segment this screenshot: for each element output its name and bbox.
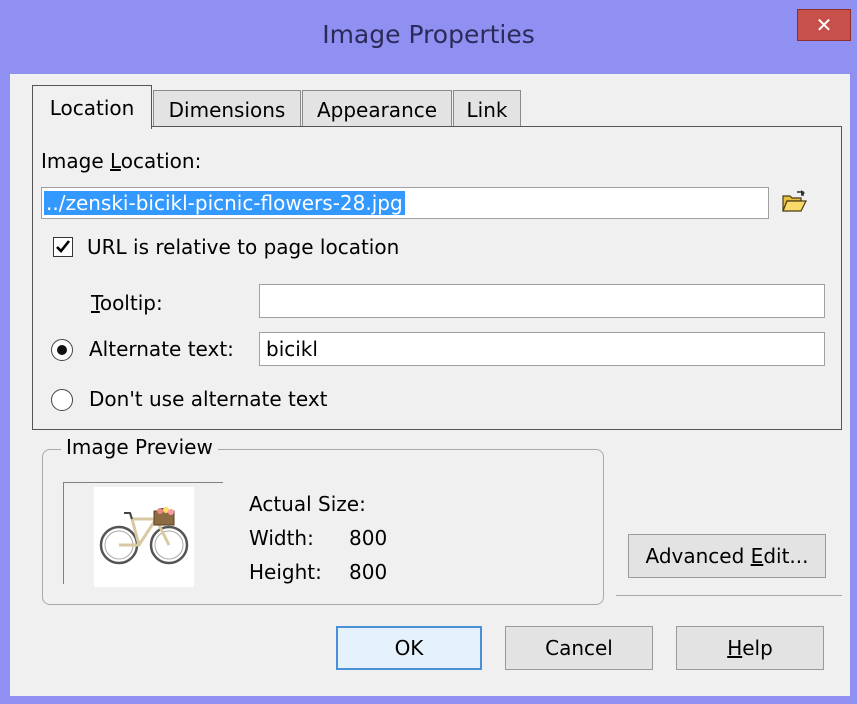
image-location-input[interactable]: ../zenski-bicikl-picnic-flowers-28.jpg [41,187,769,219]
cancel-label: Cancel [545,636,613,660]
height-label: Height: [249,560,322,584]
tab-location[interactable]: Location [32,85,152,129]
no-alt-text-label: Don't use alternate text [89,387,328,411]
advanced-edit-button[interactable]: Advanced Edit... [628,534,826,578]
help-button[interactable]: Help [676,626,824,670]
image-preview-group: Image Preview Actual Size: Width: 800 He… [42,435,604,605]
tab-dimensions[interactable]: Dimensions [153,90,301,128]
checkmark-icon [56,240,71,253]
relative-url-label: URL is relative to page location [87,235,400,259]
help-label: Help [727,636,773,660]
title-bar[interactable]: Image Properties ✕ [0,0,857,78]
advanced-edit-label: Advanced Edit... [645,544,809,568]
actual-size-label: Actual Size: [249,492,366,516]
preview-frame [63,482,223,587]
tooltip-label: Tooltip: [91,291,163,315]
close-button[interactable]: ✕ [797,9,851,41]
tooltip-input[interactable] [259,284,825,318]
no-alt-text-radio[interactable] [51,389,73,411]
location-panel: Image Location: ../zenski-bicikl-picnic-… [32,126,842,430]
image-preview-title: Image Preview [61,435,218,459]
bicycle-image [94,487,194,587]
ok-label: OK [394,636,424,660]
dialog-client-area: Location Dimensions Appearance Link Imag… [10,74,850,696]
tab-link-label: Link [466,97,508,122]
width-value: 800 [349,526,388,550]
close-icon: ✕ [815,13,833,37]
ok-button[interactable]: OK [336,626,482,670]
tab-location-label: Location [49,95,135,120]
dialog-title: Image Properties [322,20,535,49]
image-location-value: ../zenski-bicikl-picnic-flowers-28.jpg [44,191,405,215]
width-label: Width: [249,526,314,550]
tab-link[interactable]: Link [453,90,521,128]
relative-url-checkbox[interactable] [53,237,73,257]
height-value: 800 [349,560,388,584]
alt-text-label: Alternate text: [89,337,234,361]
image-location-label: Image Location: [41,149,202,173]
folder-open-icon[interactable] [781,190,807,214]
tab-appearance-label: Appearance [316,97,438,122]
tab-dimensions-label: Dimensions [168,97,286,122]
alt-text-value: bicikl [266,337,318,361]
cancel-button[interactable]: Cancel [505,626,653,670]
alt-text-radio[interactable] [51,339,73,361]
alt-text-input[interactable]: bicikl [259,332,825,366]
tab-appearance[interactable]: Appearance [302,90,452,128]
divider [616,595,842,596]
dialog-window: Image Properties ✕ Location Dimensions A… [0,0,857,704]
